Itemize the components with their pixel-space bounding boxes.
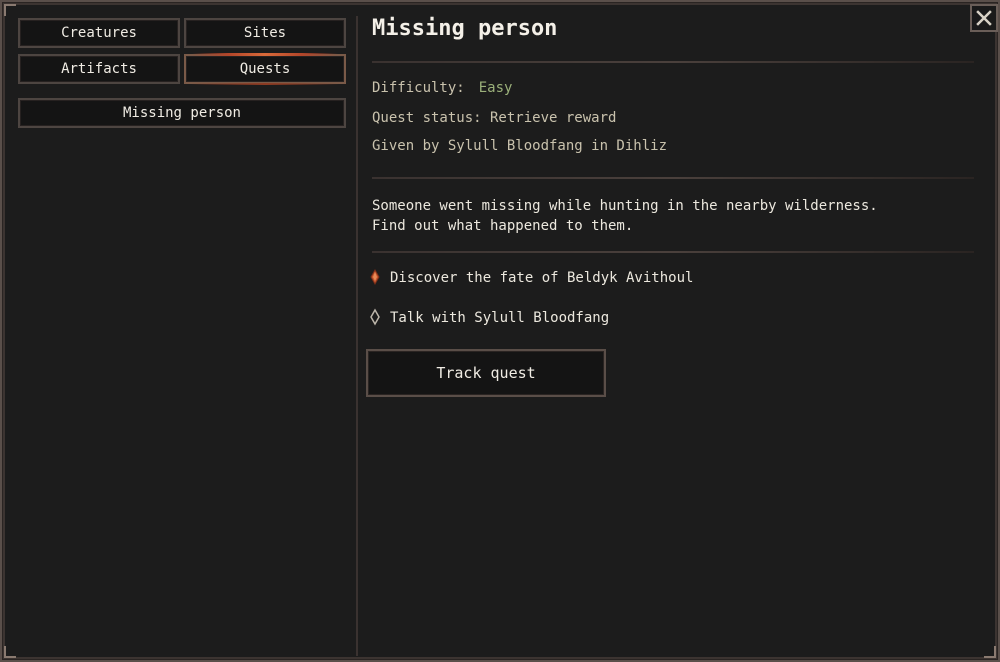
description-line: Find out what happened to them. (372, 218, 634, 234)
tab-sites-label: Sites (243, 25, 287, 41)
description-line: Someone went missing while hunting in th… (372, 198, 878, 214)
quest-difficulty: Difficulty: Easy (372, 80, 512, 96)
quest-description: Someone went missing while hunting in th… (372, 196, 972, 236)
tab-quests[interactable]: Quests (184, 53, 346, 85)
tab-artifacts[interactable]: Artifacts (18, 54, 180, 84)
objective-text: Discover the fate of Beldyk Avithoul (390, 270, 694, 286)
close-icon (976, 10, 992, 26)
tab-artifacts-label: Artifacts (61, 61, 137, 77)
quest-list-item-label: Missing person (122, 105, 241, 121)
objective-text: Talk with Sylull Bloodfang (390, 310, 610, 326)
divider-line (372, 251, 974, 253)
quest-list-item[interactable]: Missing person (18, 98, 346, 128)
frame-corner (4, 4, 16, 16)
track-quest-button[interactable]: Track quest (366, 349, 606, 397)
tab-creatures-label: Creatures (61, 25, 137, 41)
difficulty-value: Easy (478, 80, 513, 96)
panel-divider (356, 16, 358, 656)
difficulty-label: Difficulty: (372, 80, 465, 96)
quest-giver: Given by Sylull Bloodfang in Dihliz (372, 138, 668, 154)
divider-line (372, 177, 974, 179)
quest-journal-window: Creatures Sites Artifacts Quests Missing… (0, 0, 1000, 662)
divider-line (372, 61, 974, 63)
quest-title: Missing person (372, 16, 558, 41)
objective-pending-icon (370, 308, 380, 326)
objective-item: Discover the fate of Beldyk Avithoul (368, 268, 693, 288)
tab-quests-label: Quests (239, 61, 291, 77)
tab-sites[interactable]: Sites (184, 18, 346, 48)
objective-complete-icon (370, 268, 380, 286)
frame-corner (4, 646, 16, 658)
objective-item: Talk with Sylull Bloodfang (368, 308, 609, 328)
quest-status: Quest status: Retrieve reward (372, 110, 617, 126)
track-quest-label: Track quest (436, 364, 536, 382)
frame-corner (984, 646, 996, 658)
tab-creatures[interactable]: Creatures (18, 18, 180, 48)
close-button[interactable] (970, 4, 998, 32)
